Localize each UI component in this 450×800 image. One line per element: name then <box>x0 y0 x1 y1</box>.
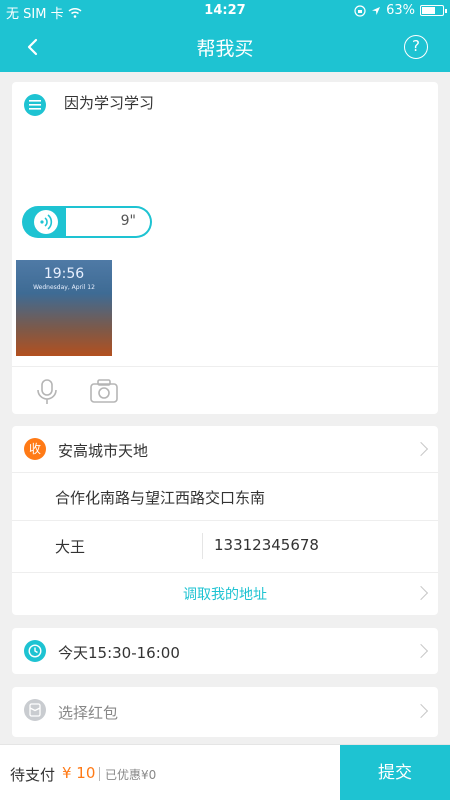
contact-row: 大王 13312345678 <box>12 521 438 573</box>
pick-address-row[interactable]: 调取我的地址 <box>12 573 438 615</box>
address-place-row[interactable]: 收 安高城市天地 <box>12 426 438 473</box>
status-bar: 无 SIM 卡 14:27 63% <box>0 0 450 22</box>
time-card[interactable]: 今天15:30-16:00 <box>12 628 438 674</box>
address-card: 收 安高城市天地 合作化南路与望江西路交口东南 大王 13312345678 调… <box>12 426 438 615</box>
attached-photo[interactable]: 19:56 Wednesday, April 12 <box>16 260 112 356</box>
page-title: 帮我买 <box>196 38 254 60</box>
battery-icon <box>420 5 447 16</box>
rotation-lock-icon <box>354 4 366 17</box>
chevron-right-icon <box>413 643 429 659</box>
microphone-icon[interactable] <box>36 379 58 405</box>
description-text[interactable]: 因为学习学习 <box>64 92 154 113</box>
pay-label: 待支付 <box>10 766 56 784</box>
bottom-bar: 待支付 ¥ 10 已优惠¥0 提交 <box>0 744 450 800</box>
attach-toolbar <box>12 366 438 414</box>
receive-badge: 收 <box>24 438 46 460</box>
delivery-time: 今天15:30-16:00 <box>58 644 180 662</box>
help-button[interactable]: ? <box>404 35 428 59</box>
address-detail-row[interactable]: 合作化南路与望江西路交口东南 <box>12 473 438 521</box>
redpacket-label: 选择红包 <box>58 704 119 722</box>
clock-icon <box>24 640 46 662</box>
contact-phone[interactable]: 13312345678 <box>214 536 319 554</box>
description-card: 因为学习学习 9" 19:56 Wednesday, April 12 <box>12 82 438 414</box>
status-right: 63% <box>354 3 447 18</box>
address-detail: 合作化南路与望江西路交口东南 <box>55 489 266 507</box>
voice-duration-box: 9" <box>66 208 150 236</box>
redpacket-card[interactable]: 选择红包 <box>12 687 438 737</box>
voice-duration: 9" <box>120 213 136 229</box>
photo-date: Wednesday, April 12 <box>33 284 95 291</box>
location-arrow-icon <box>372 6 381 15</box>
voice-message[interactable]: 9" <box>22 206 152 238</box>
contact-name[interactable]: 大王 <box>55 536 85 557</box>
address-place: 安高城市天地 <box>58 442 149 460</box>
chevron-right-icon <box>413 703 429 719</box>
nav-bar: 帮我买 ? <box>0 22 450 72</box>
top-bar: 无 SIM 卡 14:27 63% 帮我买 ? <box>0 0 450 72</box>
pay-divider <box>99 767 100 781</box>
pick-address-link[interactable]: 调取我的地址 <box>12 584 438 604</box>
pay-amount: ¥ 10 <box>62 764 96 782</box>
submit-button[interactable]: 提交 <box>340 745 450 800</box>
discount-text: 已优惠¥0 <box>105 768 157 782</box>
redpacket-icon <box>24 699 46 721</box>
chevron-right-icon <box>413 441 429 457</box>
camera-icon[interactable] <box>90 379 118 403</box>
photo-clock: 19:56 <box>43 266 85 282</box>
battery-percent: 63% <box>386 3 415 18</box>
contact-divider <box>202 533 203 559</box>
list-icon <box>24 94 46 116</box>
voice-play-icon <box>34 210 58 234</box>
